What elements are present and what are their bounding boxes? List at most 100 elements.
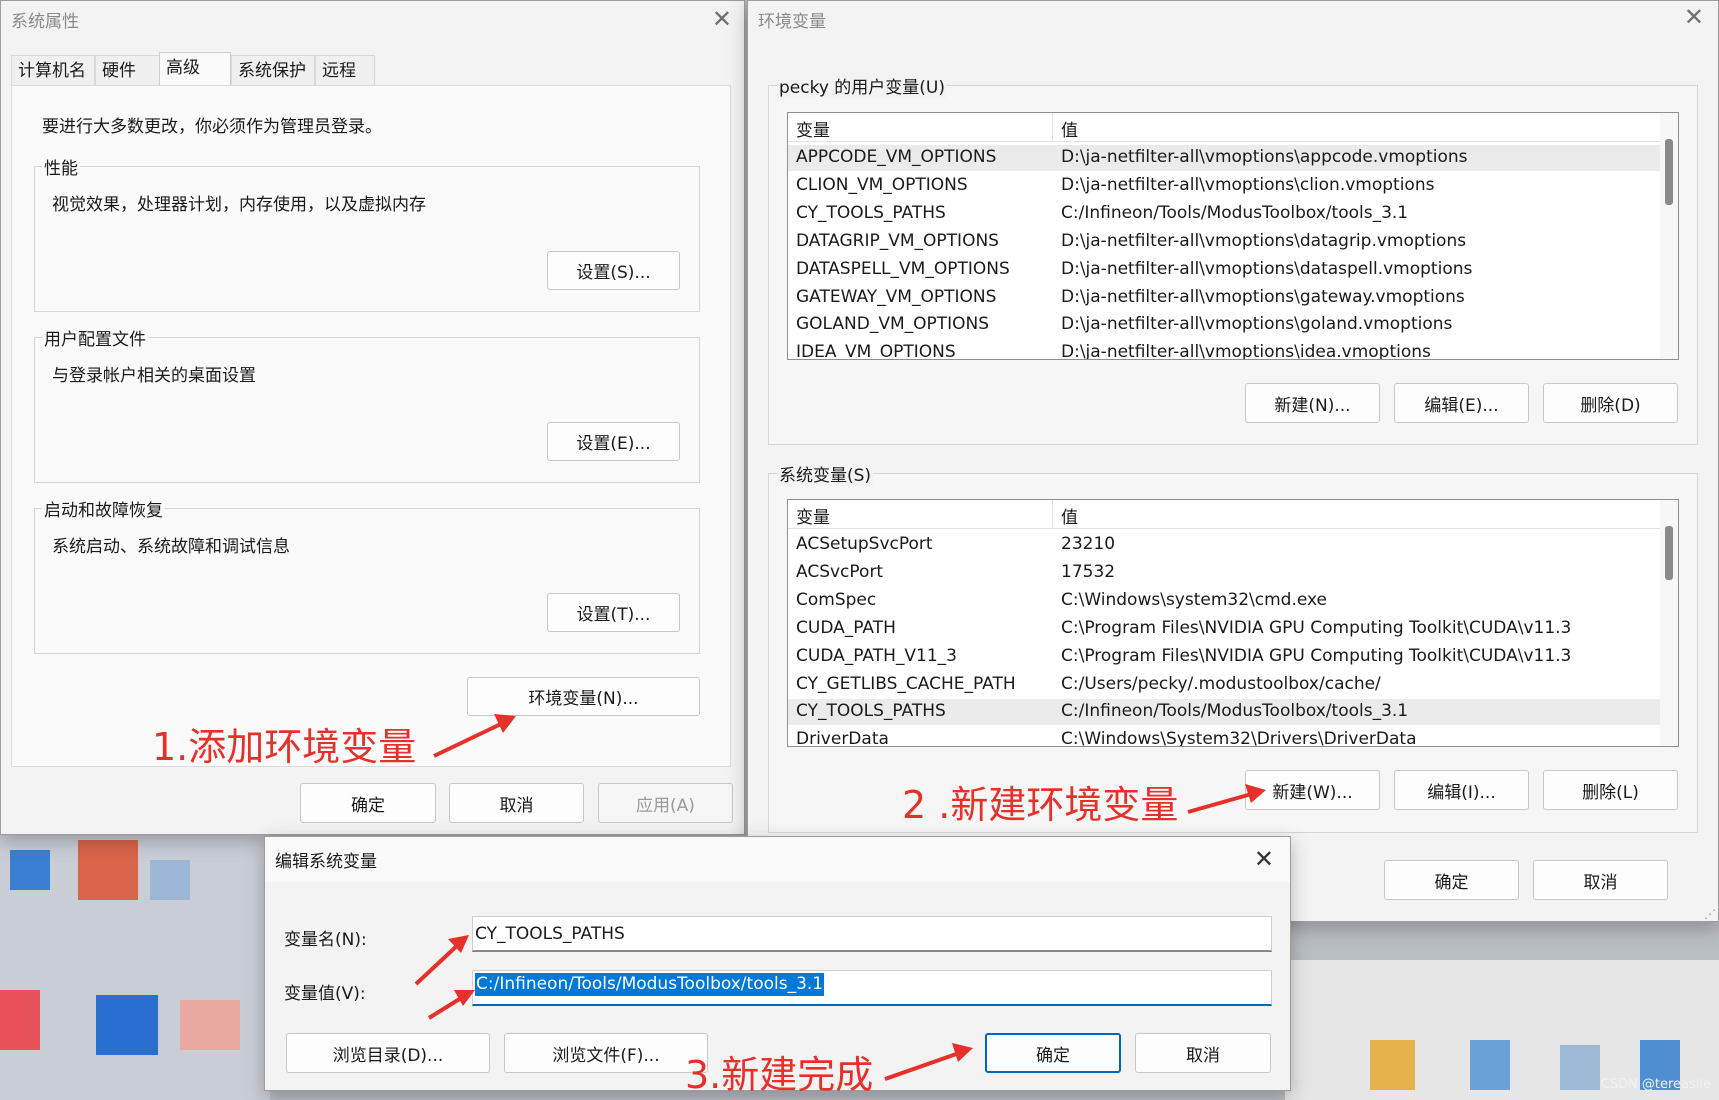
variable-value-cell: D:\ja-netfilter-all\vmoptions\appcode.vm… (1061, 147, 1468, 167)
list-header: 变量 值 (788, 500, 1660, 529)
annotation-step1: 1.添加环境变量 (152, 725, 417, 769)
table-row[interactable]: ACSvcPort 17532 (788, 560, 1660, 586)
browse-file-button[interactable]: 浏览文件(F)... (504, 1033, 708, 1073)
performance-group (34, 166, 700, 312)
variable-value-cell: 23210 (1061, 534, 1116, 554)
variable-name-cell: GATEWAY_VM_OPTIONS (796, 286, 997, 307)
table-row[interactable]: DATASPELL_VM_OPTIONS D:\ja-netfilter-all\… (788, 257, 1660, 283)
table-row[interactable]: CLION_VM_OPTIONS D:\ja-netfilter-all\vmop… (788, 173, 1660, 199)
table-row[interactable]: ACSetupSvcPort 23210 (788, 532, 1660, 558)
variable-value-cell: C:\Program Files\NVIDIA GPU Computing To… (1061, 645, 1572, 666)
variable-name-cell: CY_TOOLS_PATHS (796, 701, 946, 722)
system-edit-button[interactable]: 编辑(I)... (1394, 770, 1529, 810)
table-row[interactable]: CY_TOOLS_PATHS C:/Infineon/Tools/ModusToo… (788, 201, 1660, 227)
tab-hardware[interactable]: 硬件 (95, 55, 167, 85)
column-header-variable[interactable]: 变量 (796, 503, 830, 528)
system-delete-button[interactable]: 删除(L) (1543, 770, 1678, 810)
startup-recovery-group (34, 508, 700, 654)
variable-name-cell: DATAGRIP_VM_OPTIONS (796, 230, 999, 251)
system-variables-heading: 系统变量(S) (777, 461, 874, 486)
environment-variables-cancel-button[interactable]: 取消 (1533, 860, 1668, 900)
variable-name-cell: GOLAND_VM_OPTIONS (796, 314, 990, 335)
table-row[interactable]: GATEWAY_VM_OPTIONS D:\ja-netfilter-all\vm… (788, 285, 1660, 311)
startup-recovery-settings-button[interactable]: 设置(T)... (547, 593, 680, 632)
system-properties-apply-button[interactable]: 应用(A) (598, 783, 733, 823)
variable-value-cell: C:/Infineon/Tools/ModusToolbox/tools_3.1 (1061, 202, 1409, 223)
scrollbar-thumb[interactable] (1665, 139, 1673, 205)
user-edit-button[interactable]: 编辑(E)... (1394, 383, 1529, 423)
variable-value-cell: C:\Windows\system32\cmd.exe (1061, 589, 1328, 610)
variable-value-cell: D:\ja-netfilter-all\vmoptions\idea.vmopt… (1061, 342, 1431, 360)
table-row[interactable]: IDEA_VM_OPTIONS D:\ja-netfilter-all\vmopt… (788, 340, 1660, 360)
system-properties-cancel-button[interactable]: 取消 (449, 783, 584, 823)
table-row[interactable]: ComSpec C:\Windows\system32\cmd.exe (788, 588, 1660, 614)
variable-name-cell: DATASPELL_VM_OPTIONS (796, 258, 1010, 279)
environment-variables-button[interactable]: 环境变量(N)... (467, 677, 700, 716)
system-properties-titlebar[interactable]: 系统属性 ✕ (1, 1, 744, 35)
variable-value-selection[interactable]: C:/Infineon/Tools/ModusToolbox/tools_3.1 (475, 973, 825, 996)
system-properties-ok-button[interactable]: 确定 (300, 783, 436, 823)
table-row[interactable]: CUDA_PATH C:\Program Files\NVIDIA GPU Com… (788, 616, 1660, 642)
user-profiles-group (34, 337, 700, 483)
annotation-step3: 3.新建完成 (685, 1053, 874, 1097)
table-row[interactable]: DriverData C:\Windows\System32\Drivers\Dr… (788, 727, 1660, 747)
column-header-value[interactable]: 值 (1061, 116, 1078, 141)
window-title: 环境变量 (758, 12, 826, 32)
list-header: 变量 值 (788, 113, 1660, 142)
system-properties-window: 系统属性 ✕ 计算机名 硬件 高级 系统保护 远程 要进行大多数更改，你必须作为… (0, 0, 745, 835)
table-row[interactable]: CY_TOOLS_PATHS C:/Infineon/Tools/ModusToo… (788, 699, 1660, 725)
variable-name-cell: DriverData (796, 729, 889, 747)
browse-directory-button[interactable]: 浏览目录(D)... (286, 1033, 490, 1073)
tab-advanced[interactable]: 高级 (159, 52, 231, 86)
close-icon[interactable]: ✕ (1254, 847, 1274, 871)
table-row[interactable]: DATAGRIP_VM_OPTIONS D:\ja-netfilter-all\v… (788, 229, 1660, 255)
scrollbar-thumb[interactable] (1665, 526, 1673, 580)
user-list-scrollbar[interactable] (1660, 113, 1678, 359)
variable-value-cell: C:/Users/pecky/.modustoolbox/cache/ (1061, 673, 1381, 694)
table-row[interactable]: CUDA_PATH_V11_3 C:\Program Files\NVIDIA G… (788, 644, 1660, 670)
variable-name-input[interactable] (473, 917, 1271, 950)
environment-variables-titlebar[interactable]: 环境变量 ✕ (748, 1, 1718, 35)
variable-name-cell: CLION_VM_OPTIONS (796, 174, 968, 195)
variable-value-field[interactable]: C:/Infineon/Tools/ModusToolbox/tools_3.1 (472, 970, 1272, 1006)
close-icon[interactable]: ✕ (712, 7, 732, 31)
variable-value-cell: D:\ja-netfilter-all\vmoptions\gateway.vm… (1061, 286, 1465, 307)
advanced-panel: 要进行大多数更改，你必须作为管理员登录。 性能 视觉效果，处理器计划，内存使用，… (11, 85, 731, 767)
window-title: 系统属性 (11, 12, 79, 32)
system-list-scrollbar[interactable] (1660, 500, 1678, 746)
table-row[interactable]: APPCODE_VM_OPTIONS D:\ja-netfilter-all\vm… (788, 145, 1660, 171)
user-delete-button[interactable]: 删除(D) (1543, 383, 1678, 423)
environment-variables-window: 环境变量 ✕ pecky 的用户变量(U) 变量 值 APPCODE_VM_OP… (747, 0, 1719, 922)
resize-grip-icon[interactable]: ⋰ (1704, 907, 1716, 921)
tab-remote[interactable]: 远程 (315, 55, 375, 85)
environment-variables-ok-button[interactable]: 确定 (1384, 860, 1519, 900)
tab-system-protection[interactable]: 系统保护 (231, 55, 315, 85)
variable-name-cell: CY_GETLIBS_CACHE_PATH (796, 673, 1016, 694)
variable-name-cell: CUDA_PATH_V11_3 (796, 645, 957, 666)
table-row[interactable]: GOLAND_VM_OPTIONS D:\ja-netfilter-all\vmo… (788, 312, 1660, 338)
column-divider (1052, 113, 1053, 141)
performance-description: 视觉效果，处理器计划，内存使用，以及虚拟内存 (52, 195, 426, 215)
column-header-value[interactable]: 值 (1061, 503, 1078, 528)
variable-value-cell: C:\Windows\System32\Drivers\DriverData (1061, 729, 1417, 747)
variable-value-cell: D:\ja-netfilter-all\vmoptions\goland.vmo… (1061, 314, 1453, 335)
system-new-button[interactable]: 新建(W)... (1245, 770, 1380, 810)
close-icon[interactable]: ✕ (1684, 5, 1704, 29)
edit-dialog-titlebar[interactable]: 编辑系统变量 ✕ (265, 837, 1290, 882)
variable-name-field[interactable] (472, 916, 1272, 952)
table-row[interactable]: CY_GETLIBS_CACHE_PATH C:/Users/pecky/.mod… (788, 672, 1660, 698)
performance-settings-button[interactable]: 设置(S)... (547, 251, 680, 290)
variable-value-cell: C:\Program Files\NVIDIA GPU Computing To… (1061, 617, 1572, 638)
column-header-variable[interactable]: 变量 (796, 116, 830, 141)
window-title: 编辑系统变量 (275, 852, 377, 872)
user-profiles-description: 与登录帐户相关的桌面设置 (52, 366, 256, 386)
user-variables-list[interactable]: 变量 值 APPCODE_VM_OPTIONS D:\ja-netfilter-a… (787, 112, 1679, 360)
tab-computer-name[interactable]: 计算机名 (11, 55, 95, 85)
user-profiles-settings-button[interactable]: 设置(E)... (547, 422, 680, 461)
admin-notice: 要进行大多数更改，你必须作为管理员登录。 (42, 117, 382, 137)
user-new-button[interactable]: 新建(N)... (1245, 383, 1380, 423)
edit-dialog-cancel-button[interactable]: 取消 (1135, 1033, 1271, 1073)
variable-value-cell: D:\ja-netfilter-all\vmoptions\datagrip.v… (1061, 230, 1467, 251)
system-variables-list[interactable]: 变量 值 ACSetupSvcPort 23210 ACSvcPort 17532 … (787, 499, 1679, 747)
edit-dialog-ok-button[interactable]: 确定 (985, 1033, 1121, 1073)
